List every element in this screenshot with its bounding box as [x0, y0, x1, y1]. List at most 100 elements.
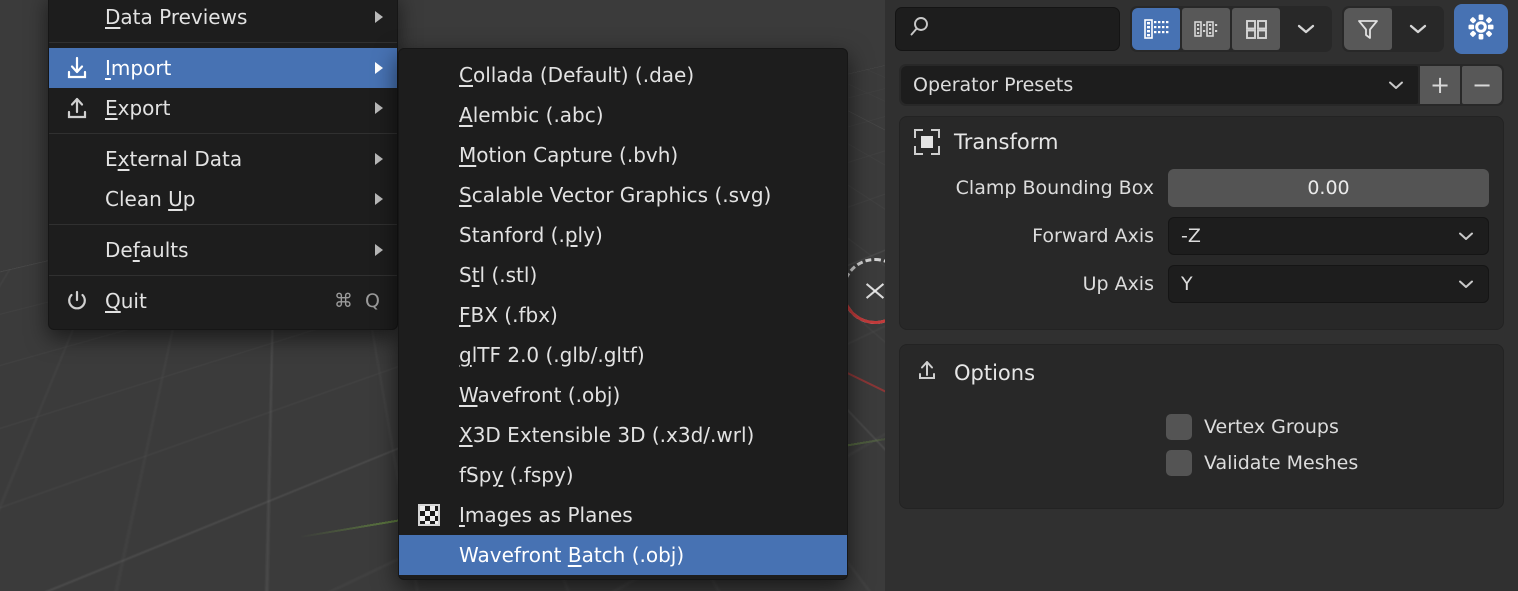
validate-meshes-checkbox[interactable] [1166, 450, 1192, 476]
menu-item-label: Clean Up [105, 187, 196, 211]
options-panel-title: Options [954, 360, 1036, 385]
menu-item-data-previews[interactable]: Data Previews [49, 0, 397, 37]
up-axis-select[interactable]: Y [1168, 265, 1489, 303]
chevron-right-icon [375, 244, 383, 256]
remove-preset-button[interactable]: − [1462, 66, 1502, 104]
export-arrow-icon [914, 357, 940, 388]
up-axis-label: Up Axis [1082, 273, 1154, 295]
search-input[interactable] [895, 7, 1120, 51]
view-mode-thumbnails[interactable] [1232, 8, 1280, 50]
submenu-item-label: Wavefront (.obj) [459, 383, 621, 407]
chevron-down-icon [1386, 74, 1406, 96]
operator-presets-row: Operator Presets + − [899, 64, 1504, 106]
submenu-item-label: Wavefront Batch (.obj) [459, 543, 685, 567]
submenu-item-motion-capture[interactable]: Motion Capture (.bvh) [399, 135, 847, 175]
menu-item-export[interactable]: Export [49, 88, 397, 128]
import-submenu[interactable]: Collada (Default) (.dae) Alembic (.abc) … [398, 48, 848, 580]
chevron-right-icon [375, 102, 383, 114]
view-mode-vertical-list[interactable] [1132, 8, 1180, 50]
view-mode-horizontal-list[interactable] [1182, 8, 1230, 50]
file-browser-header [885, 0, 1518, 58]
forward-axis-select[interactable]: -Z [1168, 217, 1489, 255]
submenu-item-collada[interactable]: Collada (Default) (.dae) [399, 55, 847, 95]
vertex-groups-checkbox[interactable] [1166, 414, 1192, 440]
checkbox-row-vertex-groups: Vertex Groups [1166, 414, 1489, 440]
submenu-item-label: glTF 2.0 (.glb/.gltf) [459, 343, 645, 367]
forward-axis-value: -Z [1181, 225, 1201, 247]
submenu-item-x3d[interactable]: X3D Extensible 3D (.x3d/.wrl) [399, 415, 847, 455]
options-panel: Options Vertex Groups Validate Meshes [899, 344, 1504, 509]
submenu-item-alembic[interactable]: Alembic (.abc) [399, 95, 847, 135]
submenu-item-stl[interactable]: Stl (.stl) [399, 255, 847, 295]
chevron-down-icon [1456, 225, 1476, 247]
submenu-item-label: Images as Planes [459, 503, 633, 527]
import-arrow-icon [49, 55, 105, 81]
submenu-item-gltf[interactable]: glTF 2.0 (.glb/.gltf) [399, 335, 847, 375]
forward-axis-label: Forward Axis [1032, 225, 1154, 247]
file-menu[interactable]: Data Previews Import Export External Dat… [48, 0, 398, 330]
chevron-right-icon [375, 193, 383, 205]
view-mode-dropdown[interactable] [1282, 8, 1330, 50]
menu-item-label: External Data [105, 147, 243, 171]
search-icon [908, 15, 932, 43]
transform-panel-header[interactable]: Transform [914, 129, 1489, 155]
chevron-right-icon [375, 62, 383, 74]
view-mode-group [1130, 6, 1332, 52]
vertex-groups-label: Vertex Groups [1204, 416, 1339, 438]
power-icon [49, 288, 105, 314]
submenu-item-label: Motion Capture (.bvh) [459, 143, 679, 167]
filter-dropdown[interactable] [1394, 8, 1442, 50]
submenu-item-label: Stanford (.ply) [459, 223, 603, 247]
validate-meshes-label: Validate Meshes [1204, 452, 1359, 474]
menu-separator [49, 275, 397, 276]
submenu-item-wavefront[interactable]: Wavefront (.obj) [399, 375, 847, 415]
bounding-box-icon [914, 129, 940, 155]
add-preset-button[interactable]: + [1420, 66, 1460, 104]
chevron-right-icon [375, 153, 383, 165]
submenu-item-svg[interactable]: Scalable Vector Graphics (.svg) [399, 175, 847, 215]
settings-button[interactable] [1454, 4, 1508, 54]
submenu-item-fspy[interactable]: fSpy (.fspy) [399, 455, 847, 495]
submenu-item-label: FBX (.fbx) [459, 303, 558, 327]
submenu-item-label: Alembic (.abc) [459, 103, 604, 127]
prop-row-forward-axis: Forward Axis -Z [914, 217, 1489, 255]
submenu-item-stanford-ply[interactable]: Stanford (.ply) [399, 215, 847, 255]
submenu-item-fbx[interactable]: FBX (.fbx) [399, 295, 847, 335]
filter-button[interactable] [1344, 8, 1392, 50]
menu-item-label: Data Previews [105, 5, 248, 29]
transform-panel: Transform Clamp Bounding Box 0.00 Forwar… [899, 116, 1504, 330]
operator-presets-label: Operator Presets [913, 74, 1074, 96]
submenu-item-label: Scalable Vector Graphics (.svg) [459, 183, 772, 207]
submenu-item-images-as-planes[interactable]: Images as Planes [399, 495, 847, 535]
menu-item-external-data[interactable]: External Data [49, 139, 397, 179]
menu-separator [49, 133, 397, 134]
filter-group [1342, 6, 1444, 52]
chevron-right-icon [375, 11, 383, 23]
operator-presets-select[interactable]: Operator Presets [901, 66, 1418, 104]
submenu-item-label: Collada (Default) (.dae) [459, 63, 695, 87]
up-axis-value: Y [1181, 273, 1193, 295]
file-browser-panel: Operator Presets + − Transform Clamp Bou… [885, 0, 1518, 591]
prop-row-up-axis: Up Axis Y [914, 265, 1489, 303]
chevron-down-icon [1456, 273, 1476, 295]
submenu-item-label: fSpy (.fspy) [459, 463, 574, 487]
checker-icon [399, 504, 459, 526]
blender-window: Data Previews Import Export External Dat… [0, 0, 1518, 591]
menu-separator [49, 224, 397, 225]
clamp-bounding-box-label: Clamp Bounding Box [955, 177, 1154, 199]
clamp-bounding-box-field[interactable]: 0.00 [1168, 169, 1489, 207]
menu-item-label: Defaults [105, 238, 189, 262]
submenu-item-label: X3D Extensible 3D (.x3d/.wrl) [459, 423, 755, 447]
menu-item-import[interactable]: Import [49, 48, 397, 88]
submenu-item-wavefront-batch[interactable]: Wavefront Batch (.obj) [399, 535, 847, 575]
gear-icon [1466, 12, 1496, 46]
menu-item-shortcut: ⌘ Q [334, 290, 383, 312]
light-gizmo-center [864, 280, 886, 302]
transform-panel-title: Transform [954, 130, 1059, 154]
export-arrow-icon [49, 95, 105, 121]
prop-row-clamp-bounding-box: Clamp Bounding Box 0.00 [914, 169, 1489, 207]
menu-item-clean-up[interactable]: Clean Up [49, 179, 397, 219]
menu-item-defaults[interactable]: Defaults [49, 230, 397, 270]
options-panel-header[interactable]: Options [914, 357, 1489, 388]
menu-item-quit[interactable]: Quit ⌘ Q [49, 281, 397, 321]
